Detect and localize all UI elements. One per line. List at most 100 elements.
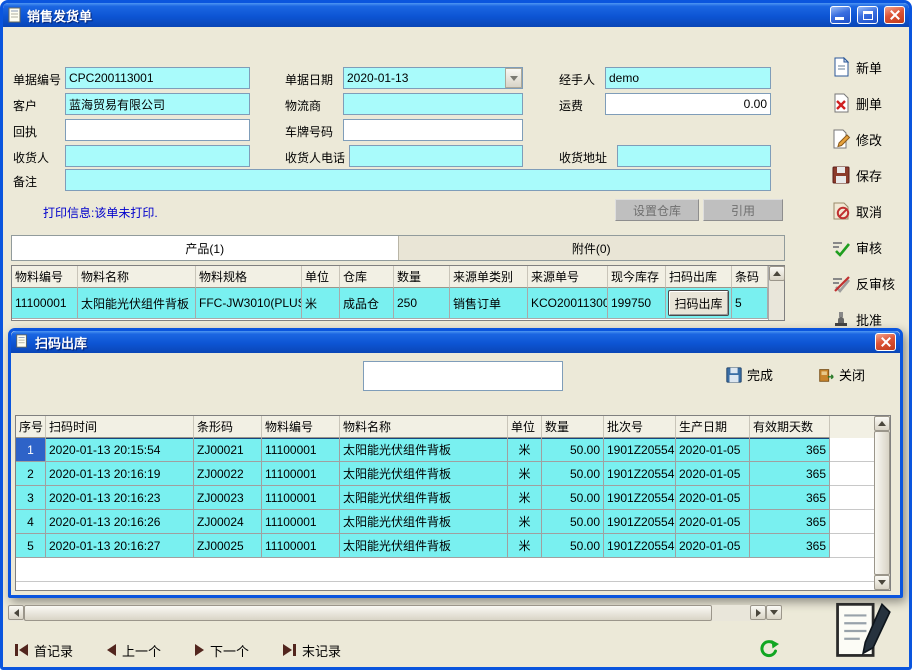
consignee-phone-input[interactable] — [349, 145, 523, 167]
column-header: 条形码 — [194, 416, 262, 438]
audit-button[interactable]: 审核 — [831, 237, 882, 257]
reference-button[interactable]: 引用 — [703, 199, 783, 221]
set-warehouse-button[interactable]: 设置仓库 — [615, 199, 699, 221]
window-title: 销售发货单 — [27, 6, 824, 25]
freight-label: 运费 — [559, 97, 583, 114]
tab-attachments[interactable]: 附件(0) — [398, 236, 785, 260]
dialog-table-vscrollbar[interactable] — [874, 416, 890, 590]
cell-material-no: 11100001 — [12, 288, 78, 319]
cell-batch-no: 1901Z20554 — [604, 534, 676, 558]
refresh-icon[interactable] — [759, 639, 779, 659]
table-row[interactable]: 3 2020-01-13 20:16:23 ZJ00023 11100001 太… — [16, 486, 874, 510]
freight-input[interactable] — [605, 93, 771, 115]
cell-prod-date: 2020-01-05 — [676, 510, 750, 534]
hscrollbar-track[interactable] — [712, 605, 750, 621]
consignee-phone-label: 收货人电话 — [285, 149, 345, 166]
scan-table-body: 1 2020-01-13 20:15:54 ZJ00021 11100001 太… — [16, 438, 890, 558]
cancel-button[interactable]: 取消 — [831, 201, 882, 221]
delete-doc-label: 删单 — [856, 94, 882, 113]
tab-products[interactable]: 产品(1) — [12, 236, 398, 260]
doc-no-input[interactable] — [65, 67, 250, 89]
detail-tabs: 产品(1) 附件(0) — [11, 235, 785, 261]
cell-barcode: ZJ00024 — [194, 510, 262, 534]
modify-button[interactable]: 修改 — [831, 129, 882, 149]
scan-outbound-button[interactable]: 扫码出库 — [668, 290, 729, 316]
window-icon — [7, 7, 23, 23]
product-row[interactable]: 11100001 太阳能光伏组件背板 FFC-JW3010(PLUS) 米 成品… — [12, 288, 768, 319]
main-titlebar[interactable]: 销售发货单 — [3, 3, 909, 27]
unaudit-icon — [831, 273, 851, 293]
cell-warehouse: 成品仓 — [340, 288, 394, 319]
first-record-button[interactable]: 首记录 — [15, 641, 73, 660]
customer-input[interactable] — [65, 93, 250, 115]
logistics-input[interactable] — [343, 93, 523, 115]
cell-source-type: 销售订单 — [450, 288, 528, 319]
handler-input[interactable] — [605, 67, 771, 89]
scroll-up-button[interactable] — [874, 416, 890, 431]
receipt-input[interactable] — [65, 119, 250, 141]
finish-button[interactable]: 完成 — [725, 365, 773, 384]
cell-row-no: 5 — [16, 534, 46, 558]
cell-row-no: 3 — [16, 486, 46, 510]
table-row[interactable]: 1 2020-01-13 20:15:54 ZJ00021 11100001 太… — [16, 438, 874, 462]
scan-records-table: 序号扫码时间条形码物料编号物料名称单位数量批次号生产日期有效期天数 1 2020… — [15, 415, 891, 591]
cell-batch-no: 1901Z20554 — [604, 462, 676, 486]
next-record-button[interactable]: 下一个 — [195, 641, 249, 660]
vscrollbar-down-box[interactable] — [766, 605, 782, 620]
dialog-close-button[interactable] — [875, 333, 896, 351]
table-row[interactable]: 2 2020-01-13 20:16:19 ZJ00022 11100001 太… — [16, 462, 874, 486]
table-row[interactable]: 5 2020-01-13 20:16:27 ZJ00025 11100001 太… — [16, 534, 874, 558]
approve-button[interactable]: 批准 — [831, 309, 882, 329]
consignee-input[interactable] — [65, 145, 250, 167]
cell-material-name: 太阳能光伏组件背板 — [340, 510, 508, 534]
new-doc-button[interactable]: 新单 — [831, 57, 882, 77]
hscrollbar-thumb[interactable] — [24, 605, 712, 621]
horizontal-scrollbar[interactable] — [8, 605, 766, 621]
address-input[interactable] — [617, 145, 771, 167]
scroll-down-button[interactable] — [766, 605, 782, 620]
column-header: 序号 — [16, 416, 46, 438]
cell-batch-no: 1901Z20554 — [604, 510, 676, 534]
save-button[interactable]: 保存 — [831, 165, 882, 185]
close-button[interactable] — [884, 6, 905, 24]
filler-cell — [830, 438, 874, 462]
remark-label: 备注 — [13, 173, 37, 190]
doc-date-input[interactable] — [343, 67, 523, 89]
cell-material-no: 11100001 — [262, 510, 340, 534]
previous-record-button[interactable]: 上一个 — [107, 641, 161, 660]
maximize-button[interactable] — [857, 6, 878, 24]
cell-barcode: ZJ00021 — [194, 438, 262, 462]
cell-barcode: ZJ00022 — [194, 462, 262, 486]
delete-doc-button[interactable]: 删单 — [831, 93, 882, 113]
last-record-button[interactable]: 末记录 — [283, 641, 341, 660]
remark-input[interactable] — [65, 169, 771, 191]
scrollbar-thumb[interactable] — [874, 431, 890, 575]
cell-spec: FFC-JW3010(PLUS) — [196, 288, 302, 319]
next-record-icon — [195, 644, 204, 656]
cell-material-no: 11100001 — [262, 462, 340, 486]
barcode-scan-input[interactable] — [363, 361, 563, 391]
cell-qty: 50.00 — [542, 534, 604, 558]
scroll-right-button[interactable] — [750, 605, 766, 620]
product-table-vscrollbar[interactable] — [768, 266, 784, 320]
dialog-titlebar[interactable]: 扫码出库 — [11, 331, 900, 353]
cell-valid-days: 365 — [750, 486, 830, 510]
cell-unit: 米 — [508, 486, 542, 510]
cell-qty: 50.00 — [542, 510, 604, 534]
first-record-icon — [15, 644, 28, 656]
scroll-down-button[interactable] — [874, 575, 890, 590]
cell-prod-date: 2020-01-05 — [676, 438, 750, 462]
scroll-up-button[interactable] — [769, 266, 785, 281]
main-content: 单据编号 单据日期 经手人 客户 物流商 运费 回执 车牌号码 收货人 收货人电… — [3, 27, 909, 667]
cell-batch-no: 1901Z20554 — [604, 438, 676, 462]
column-header: 批次号 — [604, 416, 676, 438]
empty-row — [16, 558, 874, 582]
dialog-close-action-button[interactable]: 关闭 — [817, 365, 865, 384]
minimize-button[interactable] — [830, 6, 851, 24]
scroll-left-button[interactable] — [8, 605, 24, 620]
date-dropdown-arrow[interactable] — [505, 68, 522, 88]
doc-date-label: 单据日期 — [285, 71, 333, 88]
table-row[interactable]: 4 2020-01-13 20:16:26 ZJ00024 11100001 太… — [16, 510, 874, 534]
unaudit-button[interactable]: 反审核 — [831, 273, 895, 293]
plate-no-input[interactable] — [343, 119, 523, 141]
